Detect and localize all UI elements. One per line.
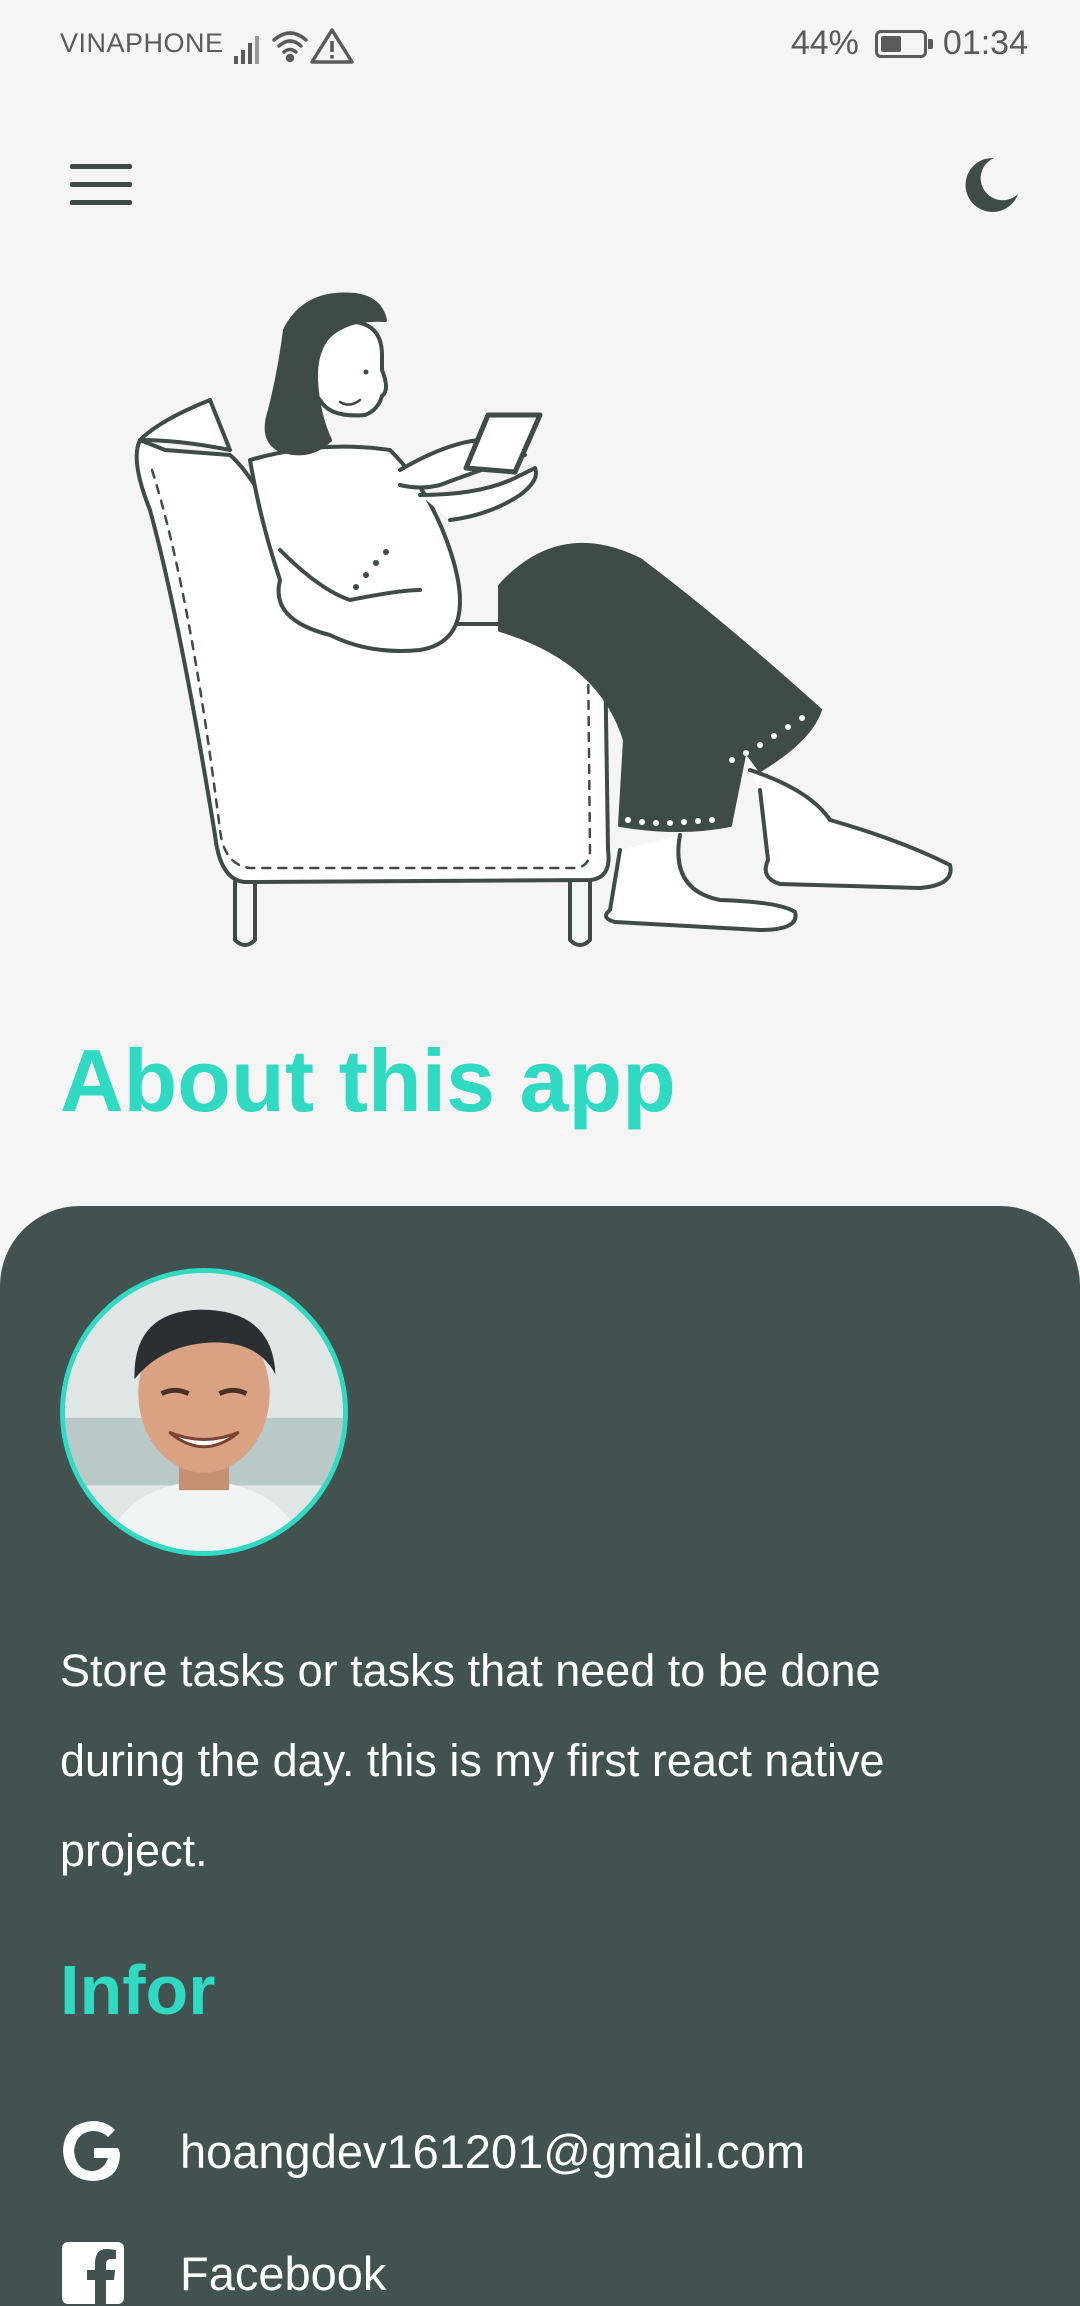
google-icon xyxy=(60,2118,126,2184)
avatar-photo xyxy=(65,1273,343,1551)
contact-facebook-label: Facebook xyxy=(180,2246,387,2300)
clock: 01:34 xyxy=(942,24,1028,62)
page-title: About this app xyxy=(60,1031,676,1130)
contact-email-row[interactable]: hoangdev161201@gmail.com xyxy=(60,2118,805,2184)
about-card: Store tasks or tasks that need to be don… xyxy=(0,1206,1080,2306)
moon-icon[interactable] xyxy=(958,152,1022,216)
battery-icon xyxy=(874,29,933,58)
avatar xyxy=(60,1268,348,1556)
section-title-infor: Infor xyxy=(60,1951,216,2029)
battery-percent: 44% xyxy=(790,24,859,62)
wifi-icon xyxy=(272,31,308,63)
status-right: 44% 01:34 xyxy=(791,24,1028,63)
app-description: Store tasks or tasks that need to be don… xyxy=(60,1645,885,1876)
facebook-icon xyxy=(60,2240,126,2306)
contact-facebook-row[interactable]: Facebook xyxy=(60,2240,386,2306)
reading-woman-illustration xyxy=(134,292,953,947)
carrier-name: VINAPHONE xyxy=(60,28,224,58)
signal-icon xyxy=(234,36,259,64)
warning-icon xyxy=(310,28,354,64)
status-bar: VINAPHONE 44% 01:34 xyxy=(0,0,1080,92)
hamburger-menu-icon[interactable] xyxy=(70,160,134,210)
status-icons xyxy=(234,28,354,64)
contact-email-label: hoangdev161201@gmail.com xyxy=(180,2124,806,2178)
